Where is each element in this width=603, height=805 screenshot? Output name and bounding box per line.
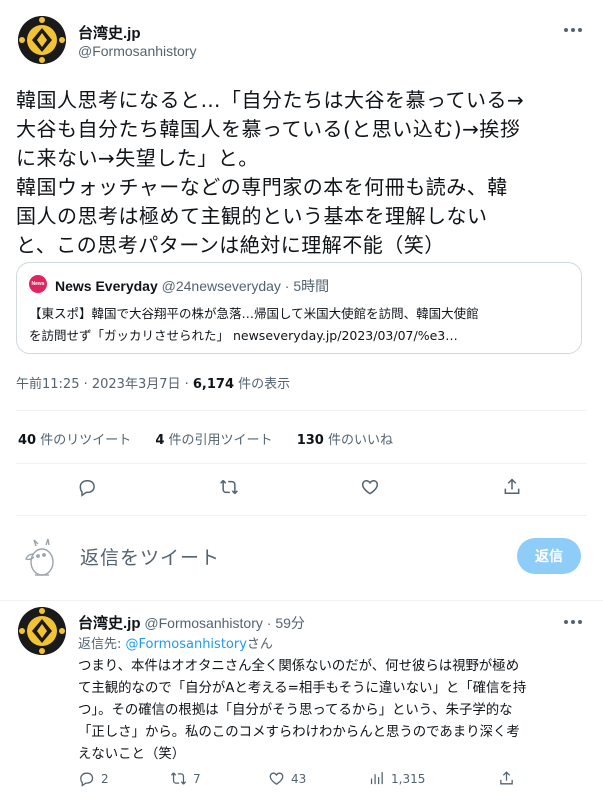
replying-to: 返信先: @Formosanhistoryさん [78,633,273,652]
tweet-meta: 午前11:25 · 2023年3月7日 · 6,174 件の表示 [16,373,290,392]
reply-line: 「正しさ」から。私のこのコメすらわけわからんと思うのであまり深く考 [78,725,520,740]
reply-line: つ」。その確信の根拠は「自分がそう思ってるから」という、朱子学的な [78,703,513,718]
retweet-icon [170,772,187,785]
tweet-line: 韓国人思考になると…「自分たちは大谷を慕っている→ [16,88,525,112]
reply-views-button[interactable]: 1,315 [368,770,425,787]
quote-line: 【東スポ】韓国で大谷翔平の株が急落…帰国して米国大使館を訪問、韓国大使館 [29,306,479,321]
retweet-icon [220,479,238,495]
like-button[interactable] [360,477,380,497]
crest-icon [18,16,66,64]
tweet-line: に来ない→失望した」と。 [16,146,259,170]
tweet-body: 韓国人思考になると…「自分たちは大谷を慕っている→ 大谷も自分たち韓国人を慕って… [16,86,596,260]
news-logo-text: News [31,281,45,287]
tweet-timestamp[interactable]: 午前11:25 · 2023年3月7日 · [16,377,193,392]
reply-header: 台湾史.jp @Formosanhistory · 59分 [78,612,305,633]
crest-icon [18,607,66,655]
author-handle[interactable]: @Formosanhistory [78,43,196,59]
reply-retweet-button[interactable]: 7 [170,770,201,787]
reply-reply-button[interactable]: 2 [78,770,109,787]
replying-to-prefix: 返信先: [78,637,126,652]
tweet-stats: 40 件のリツイート 4 件の引用ツイート 130 件のいいね [18,429,393,448]
likes-count: 130 [296,433,324,448]
tweet-line: と、この思考パターンは絶対に理解不能（笑） [16,233,445,257]
views-label: 件の表示 [234,377,291,392]
reply-line: て主観的なので「自分がAと考える=相手もそうに違いない」と「確信を持 [78,681,527,696]
share-icon [504,478,520,494]
reply-button[interactable] [77,477,97,497]
author-avatar[interactable] [18,16,66,64]
quote-text: 【東スポ】韓国で大谷翔平の株が急落…帰国して米国大使館を訪問、韓国大使館 を訪問… [29,303,577,347]
quote-time[interactable]: 5時間 [293,278,329,294]
reply-line: つまり、本件はオオタニさん全く関係ないのだが、何せ彼らは視野が極め [78,659,520,674]
reply-time[interactable]: 59分 [275,615,305,631]
retweets-stat[interactable]: 40 件のリツイート [18,433,135,448]
reply-author-name[interactable]: 台湾史.jp [78,615,141,632]
moomin-avatar-icon [18,532,66,580]
quote-source-handle[interactable]: @24newseveryday [162,278,281,294]
retweets-count: 40 [18,433,37,448]
news-logo-icon: News [29,275,47,293]
reply-author-handle[interactable]: @Formosanhistory [144,615,262,631]
author-name[interactable]: 台湾史.jp [78,22,141,43]
views-icon [370,772,383,785]
quotes-label: 件の引用ツイート [164,433,273,448]
tweet-line: 国人の思考は極めて主観的という基本を理解しない [16,204,488,228]
reply-dot: · [266,615,272,631]
share-button[interactable] [502,477,522,497]
quote-line: を訪問せず「ガッカリさせられた」 newseveryday.jp/2023/03… [29,328,458,343]
likes-label: 件のいいね [323,433,393,448]
replying-to-suffix: さん [246,637,273,652]
reply-input[interactable]: 返信をツイート [80,543,220,570]
retweet-button[interactable] [219,477,239,497]
like-icon [269,772,284,785]
views-count: 6,174 [192,377,235,392]
reply-submit-button[interactable]: 返信 [517,538,581,574]
retweets-label: 件のリツイート [36,433,132,448]
quote-tweet-card[interactable]: News News Everyday @24newseveryday · 5時間… [16,262,582,354]
tweet-thread-page: 台湾史.jp @Formosanhistory 韓国人思考になると…「自分たちは… [0,0,603,805]
reply-icon [80,772,94,787]
reply-line: えないこと（笑） [78,747,186,762]
divider [16,410,587,411]
tweet-line: 韓国ウォッチャーなどの専門家の本を何冊も読み、韓 [16,175,508,199]
tweet-line: 大谷も自分たち韓国人を慕っている(と思い込む)→挨拶 [16,117,521,141]
like-count: 43 [291,771,307,786]
share-icon [500,771,513,785]
divider [16,463,587,464]
quote-source-name[interactable]: News Everyday [55,278,158,294]
reply-author-avatar[interactable] [18,607,66,655]
likes-stat[interactable]: 130 件のいいね [297,433,393,448]
reply-share-button[interactable] [498,770,515,787]
views-count: 1,315 [391,771,426,786]
reply-icon [79,480,95,497]
quote-dot: · [284,278,290,294]
divider [16,515,587,516]
divider [0,600,603,601]
like-icon [361,479,379,495]
more-icon[interactable] [562,614,584,628]
replying-to-handle[interactable]: @Formosanhistory [126,637,247,652]
reply-like-button[interactable]: 43 [268,770,306,787]
retweet-count: 7 [193,771,201,786]
reply-body: つまり、本件はオオタニさん全く関係ないのだが、何せ彼らは視野が極め て主観的なの… [78,656,590,766]
reply-count: 2 [101,771,109,786]
quotes-stat[interactable]: 4 件の引用ツイート [155,433,276,448]
more-icon[interactable] [562,22,584,36]
